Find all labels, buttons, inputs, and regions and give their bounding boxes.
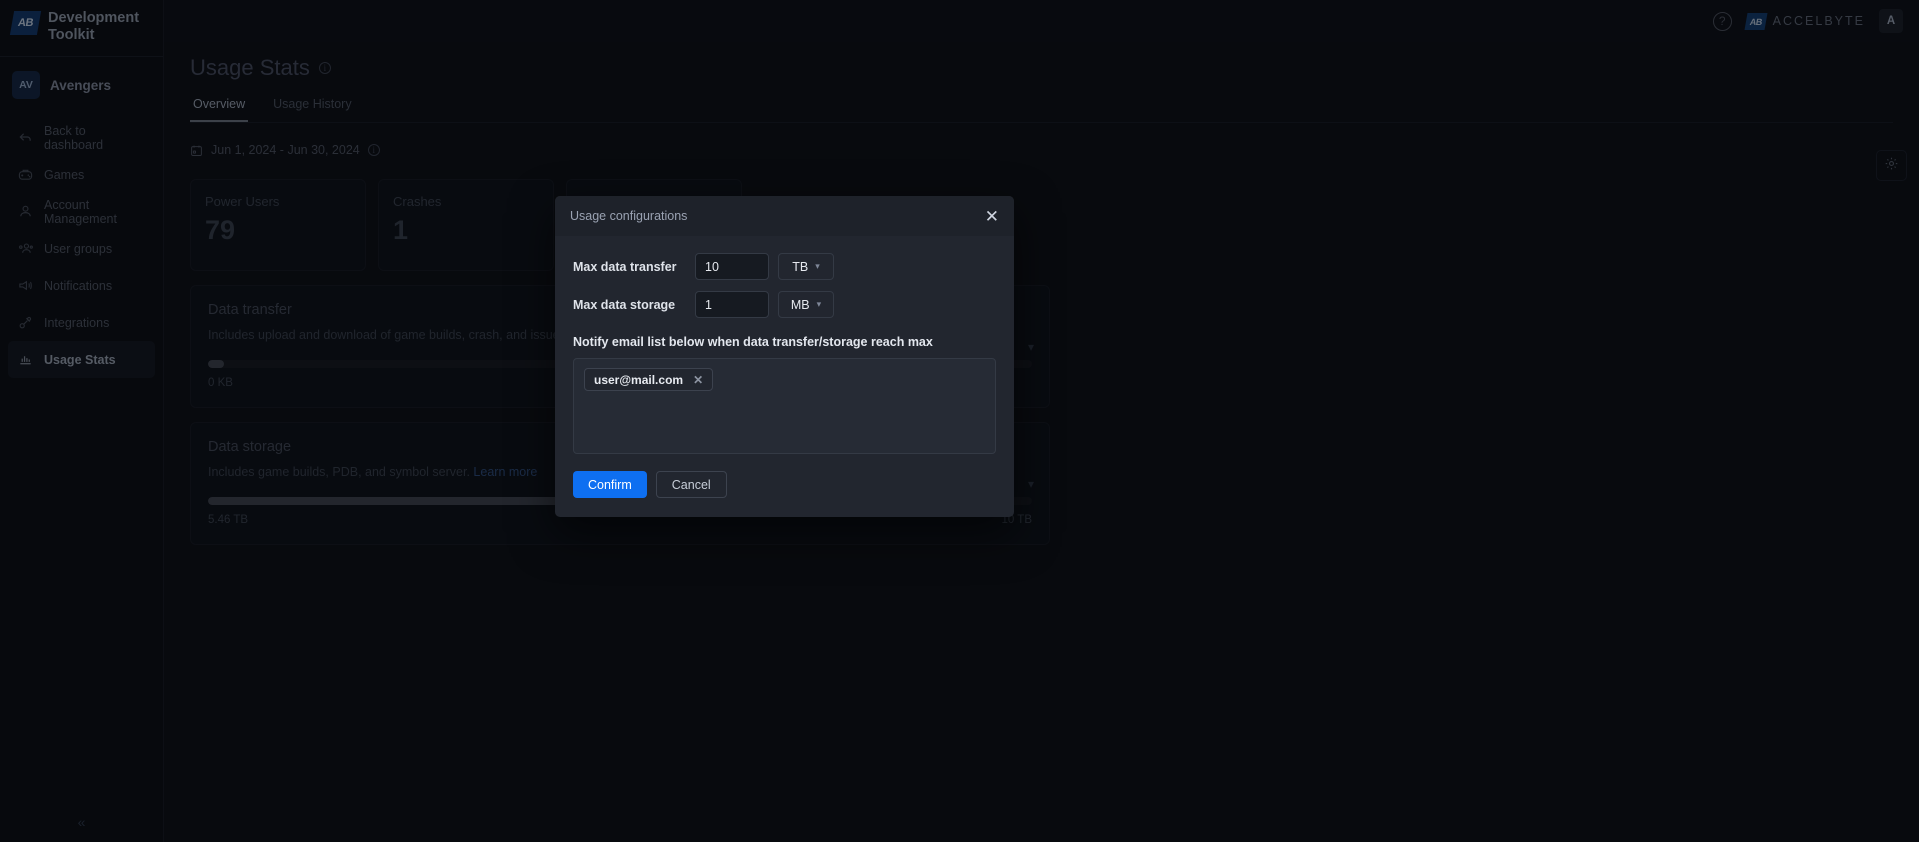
unit-value: TB	[792, 259, 809, 274]
close-icon[interactable]: ✕	[693, 373, 703, 387]
modal-title: Usage configurations	[570, 209, 688, 223]
notify-email-label: Notify email list below when data transf…	[573, 335, 933, 349]
max-data-storage-row: Max data storage MB ▾	[573, 291, 996, 318]
max-data-storage-input[interactable]	[695, 291, 769, 318]
modal-footer: Confirm Cancel	[555, 454, 1014, 517]
max-data-transfer-unit-select[interactable]: TB ▾	[778, 253, 834, 280]
max-data-transfer-label: Max data transfer	[573, 259, 677, 274]
email-chip: user@mail.com ✕	[584, 368, 714, 391]
max-data-storage-label: Max data storage	[573, 297, 676, 312]
modal-body: Max data transfer TB ▾ Max data storage …	[555, 236, 1014, 454]
max-data-transfer-input[interactable]	[695, 253, 769, 280]
max-data-storage-unit-select[interactable]: MB ▾	[778, 291, 834, 318]
max-data-transfer-row: Max data transfer TB ▾	[573, 253, 996, 280]
email-chip-label: user@mail.com	[594, 372, 684, 387]
chevron-down-icon: ▾	[815, 261, 820, 271]
modal-header: Usage configurations ✕	[555, 196, 1014, 236]
notify-email-input[interactable]: user@mail.com ✕	[573, 358, 996, 454]
unit-value: MB	[790, 297, 810, 312]
confirm-button[interactable]: Confirm	[573, 471, 647, 498]
cancel-button[interactable]: Cancel	[655, 471, 727, 498]
close-icon[interactable]: ✕	[985, 208, 999, 225]
chevron-down-icon: ▾	[816, 299, 822, 309]
usage-configurations-dialog: Usage configurations ✕ Max data transfer…	[555, 196, 1014, 517]
